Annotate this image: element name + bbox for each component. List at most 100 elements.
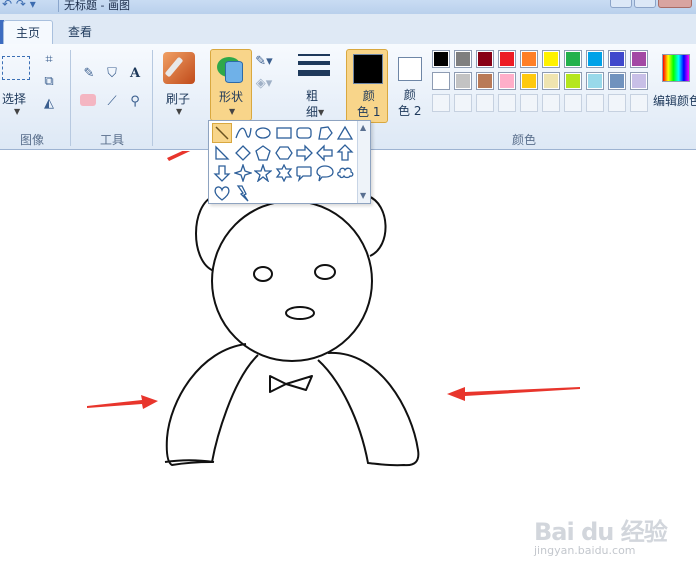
right-triangle-shape-tool[interactable] xyxy=(212,143,232,163)
tools-group-label: 工具 xyxy=(100,133,125,147)
color-swatch[interactable] xyxy=(520,72,538,90)
rounded-callout-shape-icon xyxy=(296,166,312,182)
eraser-icon[interactable] xyxy=(80,94,96,106)
select-button[interactable]: 选择 ▼ xyxy=(0,50,34,120)
magnifier-icon[interactable]: ⚲ xyxy=(126,92,144,110)
arrow-to-left-arm xyxy=(87,395,158,409)
title-separator xyxy=(58,0,59,12)
custom-color-slot[interactable] xyxy=(520,94,538,112)
five-point-star-shape-tool[interactable] xyxy=(253,163,273,183)
shapes-label: 形状 xyxy=(219,90,244,104)
cloud-callout-shape-tool[interactable] xyxy=(335,163,355,183)
arrow-to-right-arm xyxy=(447,387,580,401)
tab-view[interactable]: 查看 xyxy=(56,20,104,44)
color-swatch[interactable] xyxy=(630,72,648,90)
polygon-shape-tool[interactable] xyxy=(315,123,335,143)
color1-swatch xyxy=(353,54,383,84)
custom-color-slot[interactable] xyxy=(454,94,472,112)
color-swatch[interactable] xyxy=(564,50,582,68)
shapes-button[interactable]: 形状 ▼ xyxy=(210,49,252,121)
oval-callout-shape-tool[interactable] xyxy=(315,163,335,183)
gallery-scrollbar[interactable]: ▲ ▼ xyxy=(357,121,370,203)
four-point-star-shape-tool[interactable] xyxy=(233,163,253,183)
custom-color-slot[interactable] xyxy=(586,94,604,112)
scroll-down-icon[interactable]: ▼ xyxy=(360,191,366,200)
rounded-callout-shape-tool[interactable] xyxy=(294,163,314,183)
triangle-shape-tool[interactable] xyxy=(335,123,355,143)
color-swatch[interactable] xyxy=(542,50,560,68)
color-swatch[interactable] xyxy=(476,50,494,68)
select-icon xyxy=(2,56,30,80)
color-swatch[interactable] xyxy=(454,72,472,90)
scroll-up-icon[interactable]: ▲ xyxy=(360,123,366,132)
brush-icon xyxy=(163,52,195,84)
right-arrow-shape-icon xyxy=(296,144,313,162)
six-point-star-shape-tool[interactable] xyxy=(274,163,294,183)
rectangle-shape-tool[interactable] xyxy=(274,123,294,143)
color-swatch[interactable] xyxy=(498,50,516,68)
color-picker-icon[interactable]: ⟋ xyxy=(103,92,121,110)
hexagon-shape-tool[interactable] xyxy=(274,143,294,163)
maximize-button[interactable] xyxy=(634,0,656,8)
up-arrow-shape-tool[interactable] xyxy=(335,143,355,163)
color-swatch[interactable] xyxy=(564,72,582,90)
oval-shape-tool[interactable] xyxy=(253,123,273,143)
down-arrow-shape-tool[interactable] xyxy=(212,163,232,183)
polygon-shape-icon xyxy=(317,126,333,140)
right-arm xyxy=(317,351,420,467)
rounded-rectangle-shape-tool[interactable] xyxy=(294,123,314,143)
color-swatch[interactable] xyxy=(432,50,450,68)
curve-shape-tool[interactable] xyxy=(233,123,253,143)
custom-color-slot[interactable] xyxy=(630,94,648,112)
custom-color-slot[interactable] xyxy=(542,94,560,112)
size-button[interactable]: 粗 细 ▼ xyxy=(296,50,336,120)
color-swatch[interactable] xyxy=(630,50,648,68)
color-swatch[interactable] xyxy=(520,50,538,68)
oval-shape-icon xyxy=(255,127,271,139)
color-swatch[interactable] xyxy=(432,72,450,90)
minimize-button[interactable] xyxy=(610,0,632,8)
color-swatch[interactable] xyxy=(608,72,626,90)
line-shape-tool[interactable] xyxy=(212,123,232,143)
custom-color-slot[interactable] xyxy=(564,94,582,112)
tab-home[interactable]: 主页 xyxy=(3,20,54,44)
brush-button[interactable]: 刷子 ▼ xyxy=(158,50,200,120)
pentagon-shape-tool[interactable] xyxy=(253,143,273,163)
custom-color-slot[interactable] xyxy=(432,94,450,112)
rotate-icon[interactable]: ◭ xyxy=(40,94,58,112)
left-arrow-shape-tool[interactable] xyxy=(315,143,335,163)
fill-icon[interactable]: ◈▾ xyxy=(255,74,273,92)
right-arrow-shape-tool[interactable] xyxy=(294,143,314,163)
lightning-shape-tool[interactable] xyxy=(233,183,253,203)
color-swatch[interactable] xyxy=(454,50,472,68)
edit-colors-button[interactable]: 编辑颜色 xyxy=(652,50,696,120)
outline-icon[interactable]: ✎▾ xyxy=(255,52,273,70)
diamond-shape-tool[interactable] xyxy=(233,143,253,163)
custom-color-slot[interactable] xyxy=(476,94,494,112)
right-triangle-shape-icon xyxy=(215,145,230,160)
custom-color-slot[interactable] xyxy=(608,94,626,112)
pencil-icon[interactable]: ✎ xyxy=(80,64,98,82)
text-tool-icon[interactable]: A xyxy=(126,64,144,82)
color-swatch[interactable] xyxy=(586,72,604,90)
color1-button[interactable]: 颜 色 1 xyxy=(346,49,388,123)
heart-shape-tool[interactable] xyxy=(212,183,232,203)
crop-icon[interactable]: ⌗ xyxy=(40,50,58,68)
color-swatch[interactable] xyxy=(586,50,604,68)
color-swatch[interactable] xyxy=(542,72,560,90)
color-swatch[interactable] xyxy=(608,50,626,68)
resize-icon[interactable]: ⧉ xyxy=(40,72,58,90)
left-arrow-shape-icon xyxy=(315,144,333,162)
down-arrow-shape-icon xyxy=(213,165,231,182)
group-divider xyxy=(70,50,71,146)
close-button[interactable] xyxy=(658,0,692,8)
fill-bucket-icon[interactable]: ⛉ xyxy=(103,64,121,82)
quick-access-toolbar[interactable]: ↶ ↷ ▾ xyxy=(2,0,36,11)
title-bar: ↶ ↷ ▾ 无标题 - 画图 xyxy=(0,0,696,14)
chevron-down-icon: ▼ xyxy=(176,107,183,116)
color-swatch[interactable] xyxy=(498,72,516,90)
color-swatch[interactable] xyxy=(476,72,494,90)
curve-shape-icon xyxy=(234,127,252,139)
custom-color-slot[interactable] xyxy=(498,94,516,112)
color2-button[interactable]: 颜 色 2 xyxy=(392,49,428,123)
